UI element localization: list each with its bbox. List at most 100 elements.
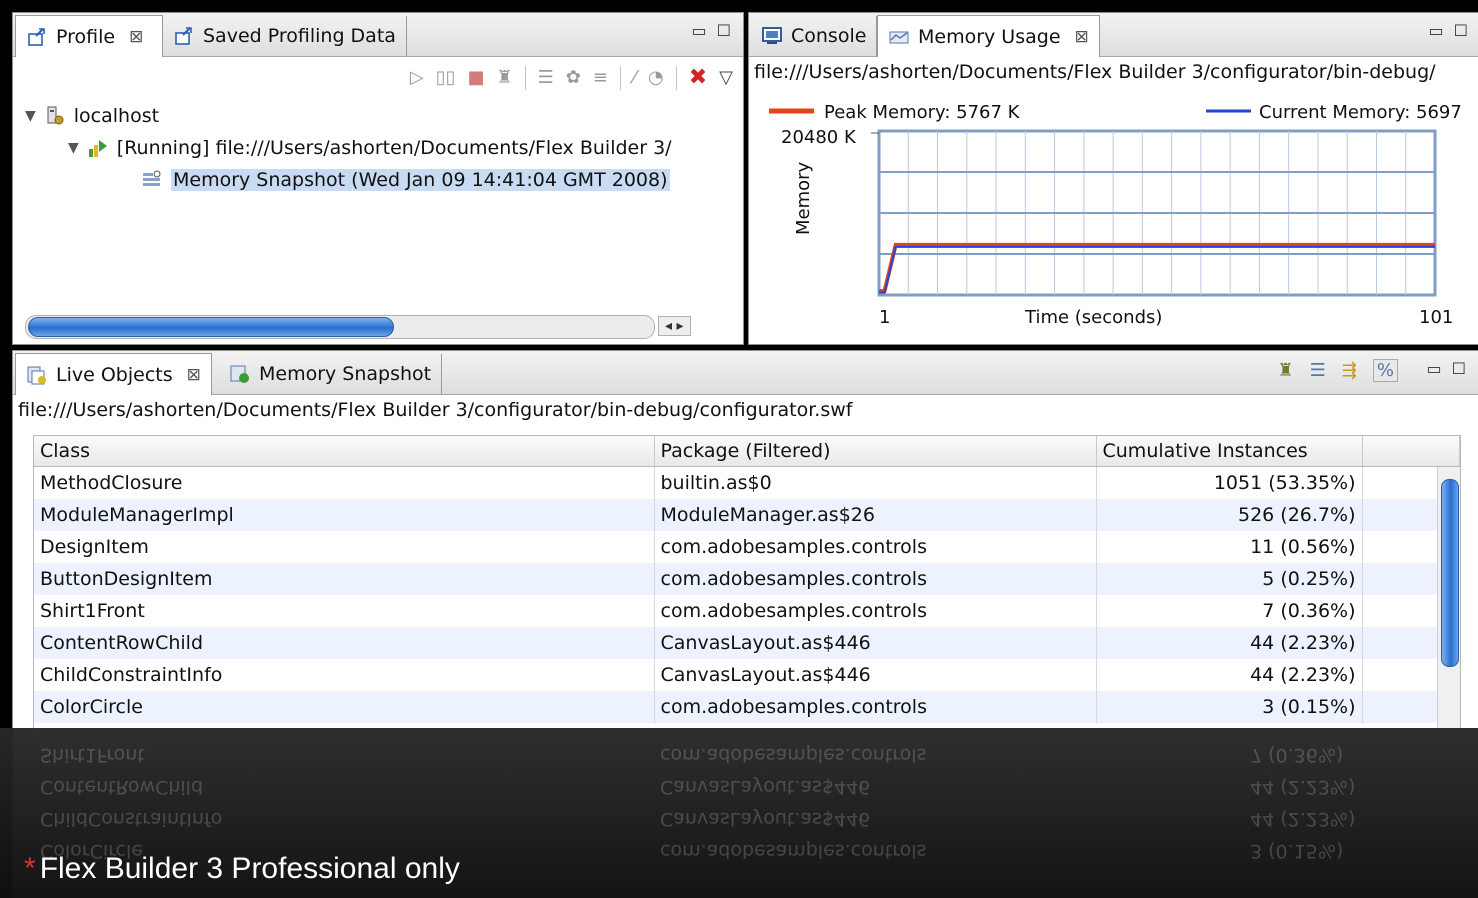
cell-package: com.adobesamples.controls bbox=[654, 595, 1097, 627]
maximize-icon[interactable]: ☐ bbox=[717, 21, 731, 40]
cell-instances: 526 (26.7%) bbox=[1096, 499, 1363, 531]
view-menu-icon[interactable]: ▽ bbox=[719, 67, 733, 88]
run-gc-icon[interactable]: ♜ bbox=[1278, 360, 1294, 381]
tree-snapshot-row[interactable]: Memory Snapshot (Wed Jan 09 14:41:04 GMT… bbox=[141, 169, 670, 191]
profile-toolbar: ▷ ▯▯ ■ ♜ ☰ ✿ ≡ ⁄ ◔ ✖ ▽ bbox=[410, 65, 733, 90]
cell-instances: 3 (0.15%) bbox=[1096, 691, 1363, 723]
table-row[interactable]: DesignItem com.adobesamples.controls 11 (0… bbox=[34, 531, 1460, 563]
scroll-arrows[interactable]: ◂ ▸ bbox=[658, 316, 691, 336]
take-snapshot-icon[interactable]: ☰ bbox=[1310, 360, 1326, 381]
find-loitering-icon[interactable]: ✿ bbox=[566, 67, 581, 88]
expand-arrow-icon[interactable]: ▼ bbox=[68, 140, 79, 156]
tab-memory-snapshot-label: Memory Snapshot bbox=[259, 363, 432, 385]
tab-console[interactable]: Console bbox=[751, 16, 878, 56]
column-header-cumulative[interactable]: Cumulative Instances bbox=[1096, 436, 1363, 467]
maximize-icon[interactable]: ☐ bbox=[1454, 21, 1468, 40]
maximize-icon[interactable]: ☐ bbox=[1452, 359, 1466, 378]
profile-icon bbox=[28, 27, 45, 46]
run-gc-icon[interactable]: ♜ bbox=[497, 67, 513, 88]
cell-class: ButtonDesignItem bbox=[34, 563, 655, 595]
tab-memory-usage-label: Memory Usage bbox=[918, 25, 1061, 48]
pause-icon[interactable]: ▯▯ bbox=[436, 67, 456, 88]
table-row[interactable]: ModuleManagerImpl ModuleManager.as$26 526 … bbox=[34, 499, 1460, 531]
memory-path: file:///Users/ashorten/Documents/Flex Bu… bbox=[754, 61, 1436, 83]
tab-saved-profiling-data[interactable]: Saved Profiling Data bbox=[163, 16, 407, 56]
capture-trace-icon[interactable]: ⁄ bbox=[633, 67, 636, 88]
table-header: Class Package (Filtered) Cumulative Inst… bbox=[34, 436, 1460, 467]
cell-package: CanvasLayout.as$446 bbox=[654, 627, 1097, 659]
view-controls: ▭ ☐ bbox=[1427, 359, 1466, 378]
session-label: [Running] file:///Users/ashorten/Documen… bbox=[116, 137, 672, 159]
cell-instances: 44 (2.23%) bbox=[1096, 659, 1363, 691]
cell-package: ModuleManager.as$26 bbox=[654, 499, 1097, 531]
legend-current-label: Current Memory: 5697 bbox=[1259, 102, 1462, 123]
column-header-package[interactable]: Package (Filtered) bbox=[654, 436, 1097, 467]
close-icon[interactable]: ⊠ bbox=[129, 27, 143, 47]
objects-table: Class Package (Filtered) Cumulative Inst… bbox=[34, 436, 1460, 723]
cell-class: ContentRowChild bbox=[34, 627, 655, 659]
profile-tabbar: Profile ⊠ Saved Profiling Data ▭ ☐ bbox=[13, 13, 743, 57]
cell-class: ChildConstraintInfo bbox=[34, 659, 655, 691]
tab-memory-usage[interactable]: Memory Usage ⊠ bbox=[877, 15, 1100, 57]
tree-session-row[interactable]: ▼ [Running] file:///Users/ashorten/Docum… bbox=[68, 137, 672, 159]
cell-package: com.adobesamples.controls bbox=[654, 531, 1097, 563]
cell-class: MethodClosure bbox=[34, 466, 655, 499]
performance-snapshot-icon[interactable]: ◔ bbox=[648, 67, 664, 88]
caption-star: * bbox=[24, 852, 36, 885]
tab-console-label: Console bbox=[791, 25, 867, 47]
column-header-class[interactable]: Class bbox=[34, 436, 655, 467]
stop-icon[interactable]: ■ bbox=[468, 67, 485, 88]
objects-path: file:///Users/ashorten/Documents/Flex Bu… bbox=[18, 399, 853, 421]
minimize-icon[interactable]: ▭ bbox=[1427, 359, 1442, 378]
reflection-row: ContentRowChild CanvasLayout.as$446 44 (2.… bbox=[40, 776, 1356, 798]
caption-overlay: ColorCircle com.adobesamples.controls 3 (0… bbox=[0, 728, 1478, 898]
tab-profile[interactable]: Profile ⊠ bbox=[15, 15, 163, 57]
view-controls: ▭ ☐ bbox=[692, 21, 731, 40]
tab-live-objects[interactable]: Live Objects ⊠ bbox=[15, 353, 212, 395]
close-icon[interactable]: ⊠ bbox=[187, 365, 201, 385]
terminate-icon[interactable]: ✖ bbox=[689, 65, 707, 90]
take-snapshot-icon[interactable]: ☰ bbox=[538, 67, 554, 88]
tab-live-objects-label: Live Objects bbox=[56, 363, 173, 386]
table-row[interactable]: Shirt1Front com.adobesamples.controls 7 (0… bbox=[34, 595, 1460, 627]
cell-instances: 11 (0.56%) bbox=[1096, 531, 1363, 563]
tree-host-row[interactable]: ▼ localhost bbox=[25, 105, 159, 127]
table-row[interactable]: ContentRowChild CanvasLayout.as$446 44 (2.… bbox=[34, 627, 1460, 659]
horizontal-scrollbar[interactable] bbox=[25, 315, 655, 339]
cell-class: ColorCircle bbox=[34, 691, 655, 723]
host-icon bbox=[47, 106, 64, 125]
expand-arrow-icon[interactable]: ▼ bbox=[25, 108, 36, 124]
close-icon[interactable]: ⊠ bbox=[1075, 27, 1089, 47]
vertical-scrollbar[interactable] bbox=[1437, 467, 1460, 736]
column-header-extra bbox=[1362, 436, 1460, 467]
host-label: localhost bbox=[73, 105, 160, 127]
tab-memory-snapshot[interactable]: Memory Snapshot bbox=[219, 354, 443, 394]
cell-package: com.adobesamples.controls bbox=[654, 563, 1097, 595]
cell-instances: 5 (0.25%) bbox=[1096, 563, 1363, 595]
filters-icon[interactable]: ⇶ bbox=[1342, 360, 1357, 381]
view-allocation-icon[interactable]: ≡ bbox=[593, 67, 608, 88]
table-row[interactable]: MethodClosure builtin.as$0 1051 (53.35%) bbox=[34, 466, 1460, 499]
table-row[interactable]: ColorCircle com.adobesamples.controls 3 (0… bbox=[34, 691, 1460, 723]
objects-toolbar: ♜ ☰ ⇶ % bbox=[1278, 359, 1398, 382]
reflection-row: Shirt1Front com.adobesamples.controls 7 (0… bbox=[40, 744, 1344, 766]
tab-profile-label: Profile bbox=[56, 25, 116, 48]
cell-instances: 1051 (53.35%) bbox=[1096, 466, 1363, 499]
percentages-icon[interactable]: % bbox=[1372, 359, 1398, 382]
scrollbar-thumb[interactable] bbox=[28, 317, 394, 337]
table-row[interactable]: ChildConstraintInfo CanvasLayout.as$446 44… bbox=[34, 659, 1460, 691]
cell-instances: 7 (0.36%) bbox=[1096, 595, 1363, 627]
scrollbar-thumb[interactable] bbox=[1441, 479, 1459, 667]
minimize-icon[interactable]: ▭ bbox=[692, 21, 707, 40]
cell-class: DesignItem bbox=[34, 531, 655, 563]
console-icon bbox=[762, 27, 782, 44]
objects-table-container: Class Package (Filtered) Cumulative Inst… bbox=[33, 435, 1461, 737]
cell-instances: 44 (2.23%) bbox=[1096, 627, 1363, 659]
toolbar-separator bbox=[524, 65, 526, 90]
tab-saved-label: Saved Profiling Data bbox=[203, 25, 396, 47]
profile-panel: Profile ⊠ Saved Profiling Data ▭ ☐ ▷ ▯▯ … bbox=[12, 12, 744, 345]
minimize-icon[interactable]: ▭ bbox=[1429, 21, 1444, 40]
resume-icon[interactable]: ▷ bbox=[410, 67, 424, 88]
y-axis-label: Memory bbox=[793, 161, 814, 235]
table-row[interactable]: ButtonDesignItem com.adobesamples.control… bbox=[34, 563, 1460, 595]
